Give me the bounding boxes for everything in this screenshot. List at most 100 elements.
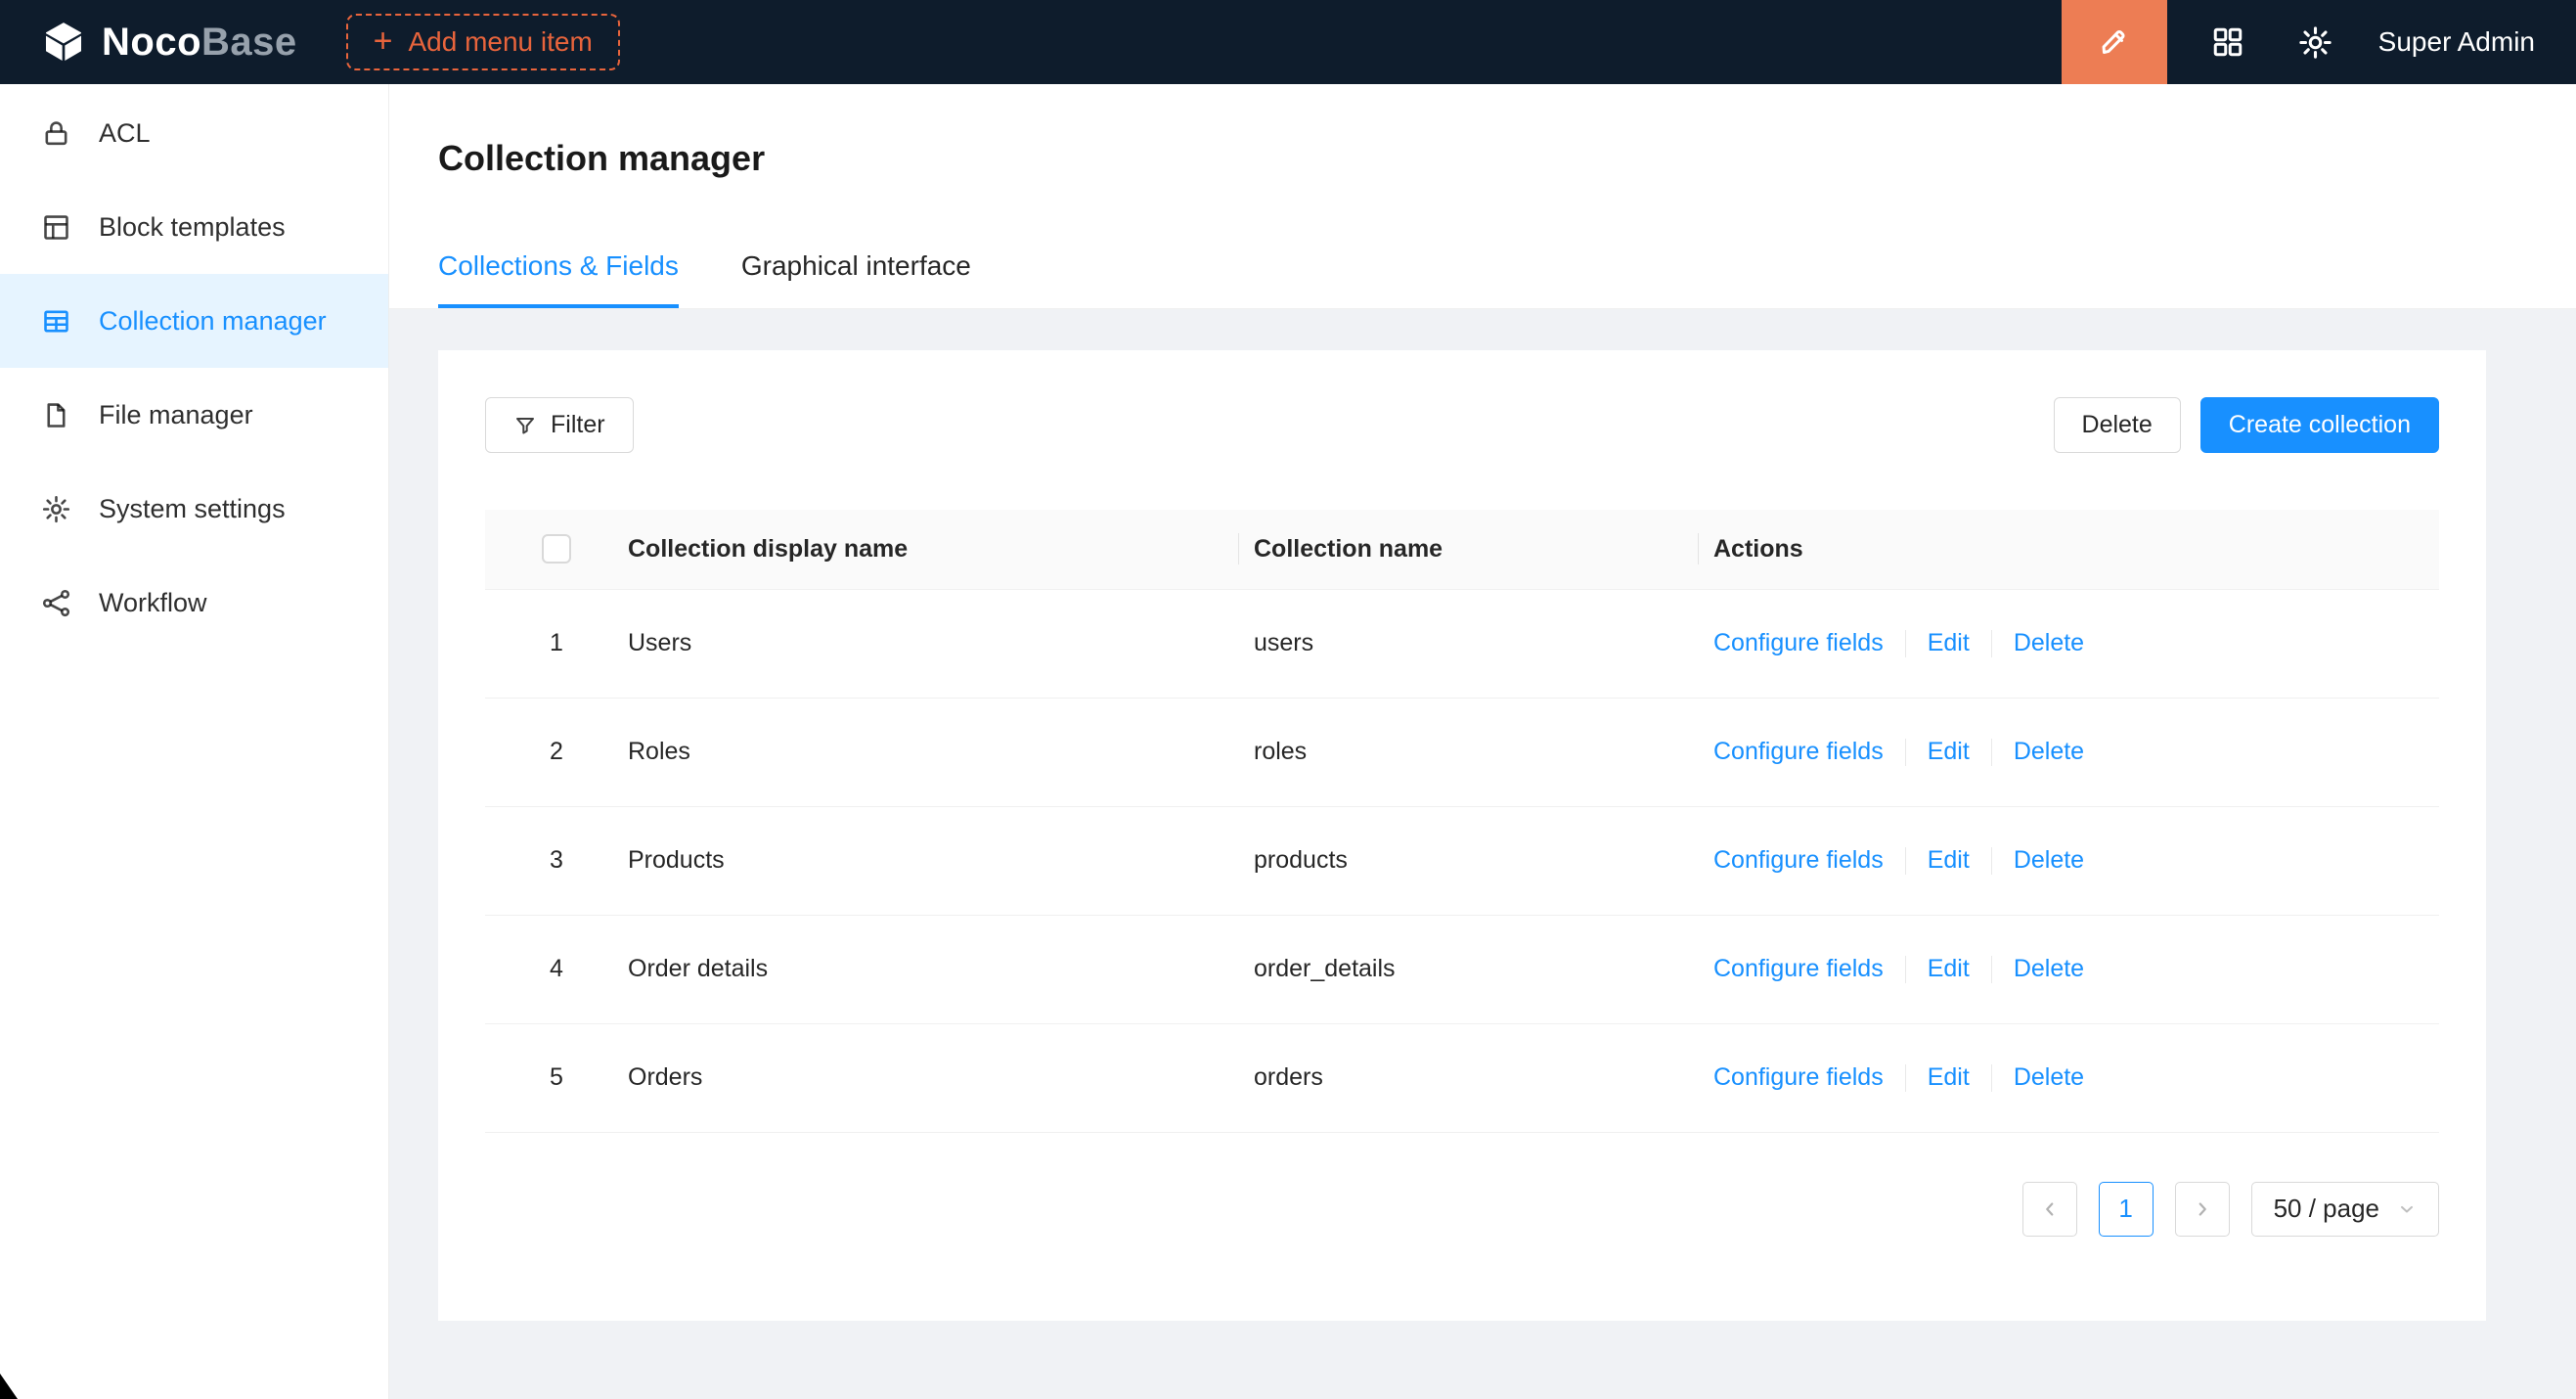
delete-link[interactable]: Delete [2014, 955, 2084, 982]
cell-collection-name: products [1254, 806, 1713, 915]
file-icon [41, 400, 71, 430]
sidebar-item-label: ACL [99, 118, 151, 149]
row-index: 1 [485, 589, 628, 698]
chevron-left-icon [2039, 1198, 2061, 1220]
select-all-header [485, 510, 628, 589]
cell-collection-name: order_details [1254, 915, 1713, 1023]
cell-display-name: Order details [628, 915, 1254, 1023]
prev-page-button[interactable] [2022, 1182, 2077, 1237]
sidebar-item-acl[interactable]: ACL [0, 86, 388, 180]
apps-grid-button[interactable] [2200, 15, 2255, 69]
collections-table: Collection display name Collection name … [485, 510, 2439, 1133]
cell-display-name: Products [628, 806, 1254, 915]
cube-logo-icon [41, 20, 86, 65]
cell-actions: Configure fields Edit Delete [1713, 698, 2439, 806]
configure-fields-link[interactable]: Configure fields [1713, 955, 1884, 982]
page-header: Collection manager Collections & Fields … [389, 84, 2576, 309]
action-divider [1905, 956, 1906, 983]
add-menu-item-button[interactable]: + Add menu item [346, 14, 620, 70]
table-row: 3 Products products Configure fields Edit… [485, 806, 2439, 915]
delete-button[interactable]: Delete [2054, 397, 2181, 453]
chevron-down-icon [2397, 1199, 2417, 1219]
configure-fields-link[interactable]: Configure fields [1713, 846, 1884, 874]
highlighter-icon [2097, 24, 2132, 60]
delete-link[interactable]: Delete [2014, 846, 2084, 874]
tabs-bar: Collections & Fields Graphical interface [438, 249, 2576, 308]
table-row: 5 Orders orders Configure fieldsEditDele… [485, 1023, 2439, 1132]
workflow-icon [41, 588, 71, 618]
sidebar-item-workflow[interactable]: Workflow [0, 556, 388, 650]
sidebar-item-system-settings[interactable]: System settings [0, 462, 388, 556]
cell-actions: Configure fields Edit Delete [1713, 1023, 2439, 1132]
brand-name-primary: Noco [102, 21, 201, 65]
row-index: 3 [485, 806, 628, 915]
delete-link[interactable]: Delete [2014, 629, 2084, 656]
action-divider [1991, 847, 1992, 875]
user-menu[interactable]: Super Admin [2378, 26, 2535, 58]
table-row: 1 Users users Configure fields Edit Delete [485, 589, 2439, 698]
create-collection-label: Create collection [2229, 411, 2411, 439]
sidebar-item-label: Collection manager [99, 306, 327, 337]
sidebar-item-collection-manager[interactable]: Collection manager [0, 274, 388, 368]
cell-collection-name: orders [1254, 1023, 1713, 1132]
row-index: 2 [485, 698, 628, 806]
table-row: 2 Roles roles Configure fieldsEditDelete [485, 698, 2439, 806]
edit-link[interactable]: Edit [1928, 1063, 1970, 1091]
page-title: Collection manager [438, 137, 2576, 179]
brand-name-secondary: Base [201, 21, 297, 65]
sidebar-item-label: System settings [99, 494, 286, 524]
cell-collection-name: users [1254, 589, 1713, 698]
row-index: 4 [485, 915, 628, 1023]
edit-link[interactable]: Edit [1928, 738, 1970, 765]
edit-link[interactable]: Edit [1928, 955, 1970, 982]
cell-display-name: Users [628, 589, 1254, 698]
page-1-button[interactable]: 1 [2099, 1182, 2154, 1237]
action-divider [1991, 739, 1992, 766]
next-page-button[interactable] [2175, 1182, 2230, 1237]
chevron-right-icon [2192, 1198, 2213, 1220]
configure-fields-link[interactable]: Configure fields [1713, 629, 1884, 656]
cell-actions: Configure fields Edit Delete [1713, 589, 2439, 698]
configure-fields-link[interactable]: Configure fields [1713, 738, 1884, 765]
cell-display-name: Roles [628, 698, 1254, 806]
cell-actions: Configure fields Edit Delete [1713, 806, 2439, 915]
filter-funnel-icon [513, 414, 537, 437]
tab-graphical-interface[interactable]: Graphical interface [741, 249, 971, 308]
action-divider [1991, 630, 1992, 657]
gear-icon [41, 494, 71, 524]
sidebar-item-label: File manager [99, 400, 253, 430]
ui-editor-button[interactable] [2062, 0, 2167, 84]
collections-card: Filter Delete Create collection [438, 350, 2486, 1321]
sidebar-item-file-manager[interactable]: File manager [0, 368, 388, 462]
edit-link[interactable]: Edit [1928, 846, 1970, 874]
create-collection-button[interactable]: Create collection [2200, 397, 2439, 453]
delete-link[interactable]: Delete [2014, 1063, 2084, 1091]
column-display-name: Collection display name [628, 510, 1254, 589]
plus-icon: + [374, 24, 393, 58]
settings-button[interactable] [2288, 15, 2343, 69]
main-content: Collection manager Collections & Fields … [389, 84, 2576, 1399]
configure-fields-link[interactable]: Configure fields [1713, 1063, 1884, 1091]
gear-icon [2297, 24, 2333, 61]
action-divider [1991, 1064, 1992, 1092]
edit-link[interactable]: Edit [1928, 629, 1970, 656]
table-toolbar: Filter Delete Create collection [485, 397, 2439, 453]
action-divider [1905, 739, 1906, 766]
action-divider [1905, 1064, 1906, 1092]
sidebar-item-block-templates[interactable]: Block templates [0, 180, 388, 274]
delete-link[interactable]: Delete [2014, 738, 2084, 765]
nocobase-logo[interactable]: NocoBase [41, 20, 297, 65]
page-size-select[interactable]: 50 / page [2251, 1182, 2439, 1237]
block-template-icon [41, 212, 71, 243]
toolbar-right: Delete Create collection [2054, 397, 2439, 453]
column-actions: Actions [1713, 510, 2439, 589]
header-actions: Super Admin [2062, 0, 2576, 84]
pagination: 1 50 / page [485, 1182, 2439, 1237]
column-collection-name: Collection name [1254, 510, 1713, 589]
filter-button[interactable]: Filter [485, 397, 634, 453]
content-area: Filter Delete Create collection [389, 309, 2576, 1321]
apps-grid-icon [2210, 24, 2245, 60]
tab-collections-and-fields[interactable]: Collections & Fields [438, 249, 679, 308]
select-all-checkbox[interactable] [542, 534, 571, 564]
row-index: 5 [485, 1023, 628, 1132]
